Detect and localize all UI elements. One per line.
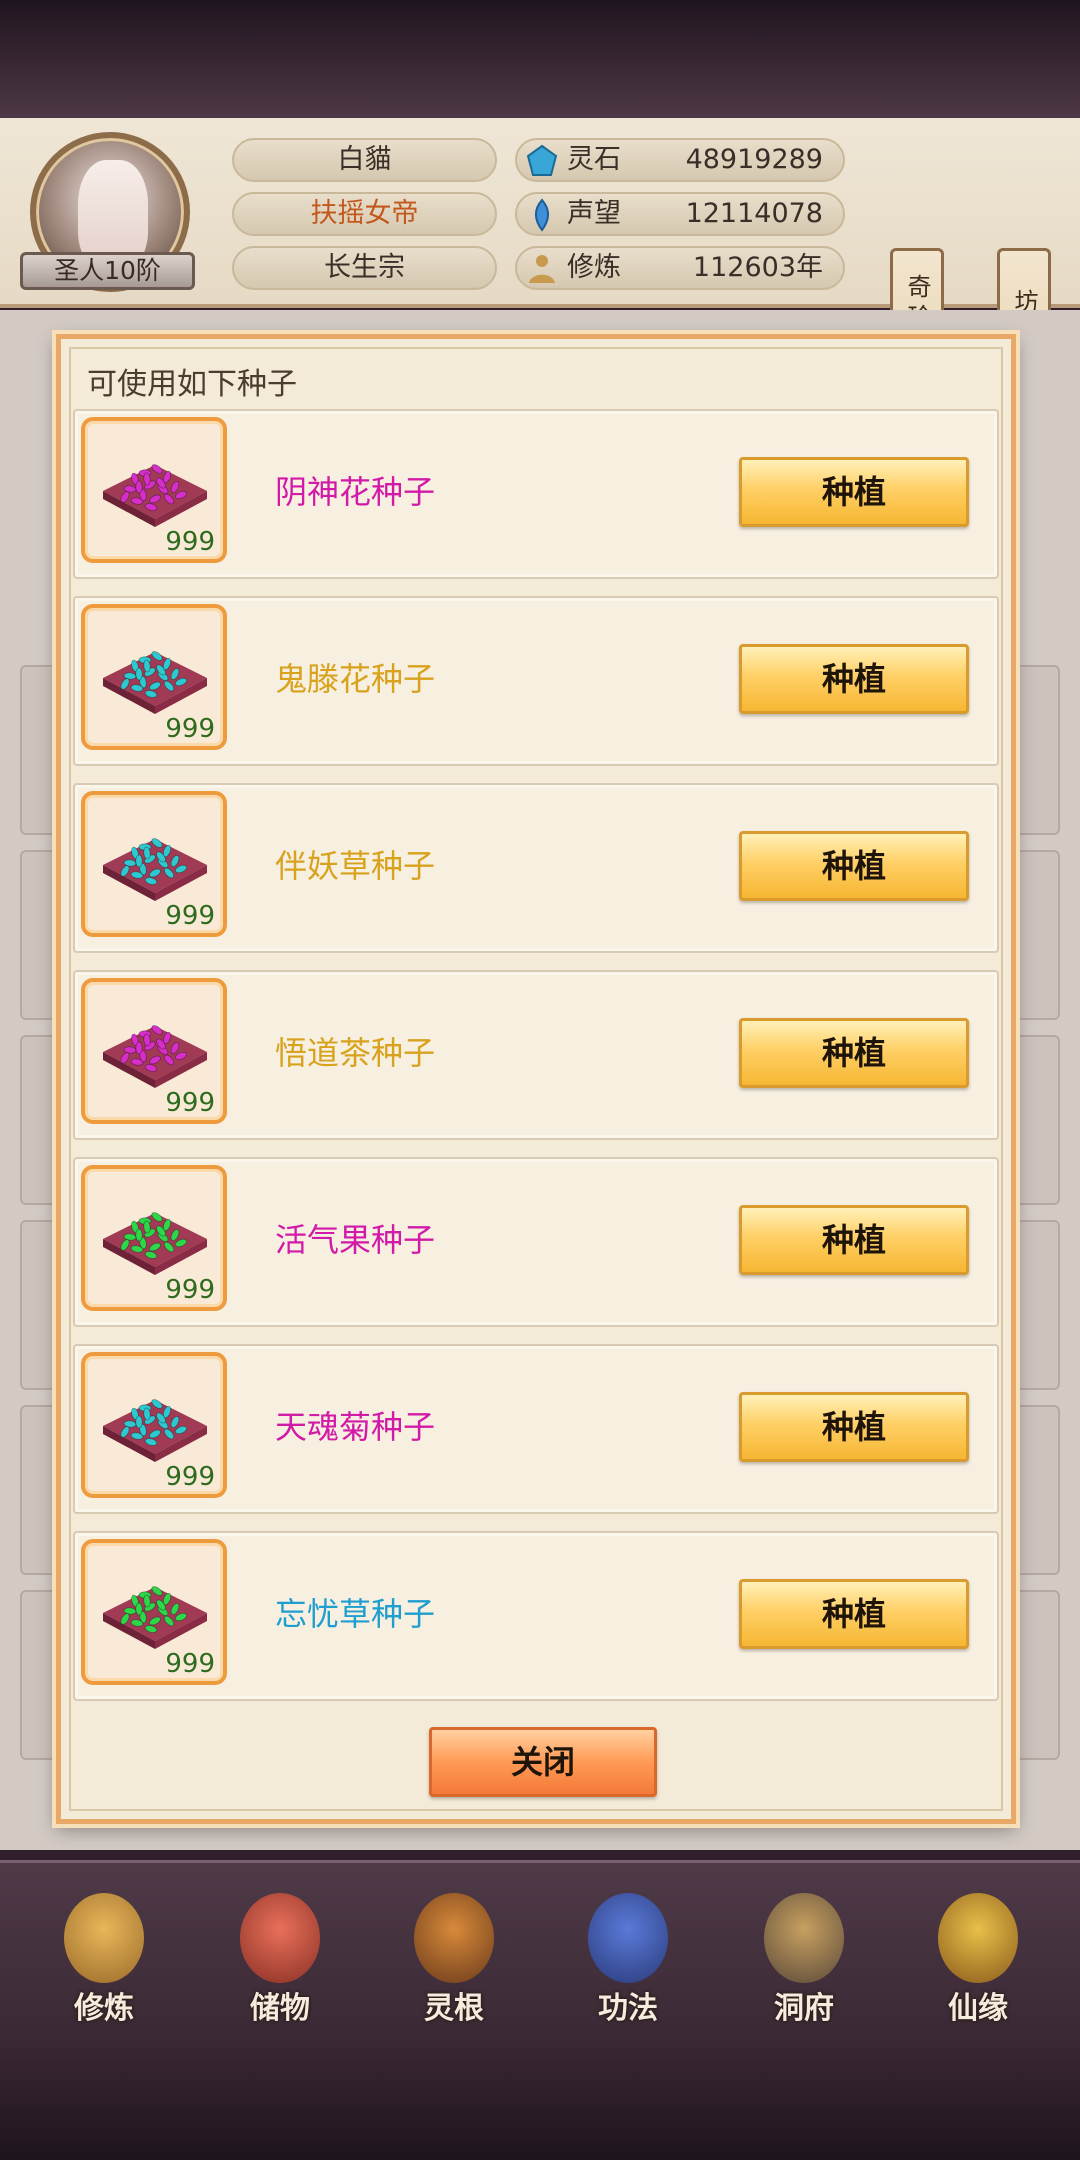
seed-name: 阴神花种子 [275,473,436,511]
nav-item[interactable]: 仙缘 [908,1883,1048,2033]
seed-item-icon[interactable]: 999 [81,1539,227,1685]
rank-badge: 圣人10阶 [20,252,195,290]
nav-item[interactable]: 修炼 [34,1883,174,2033]
cave-mansion-icon [764,1893,844,1983]
seed-pile-icon [103,1025,207,1088]
dialog-title: 可使用如下种子 [87,367,297,402]
plant-button[interactable]: 种植 [739,1579,969,1649]
player-sect: 长生宗 [232,246,497,290]
cultivation-icon [529,255,555,283]
seed-name: 天魂菊种子 [275,1408,436,1446]
seed-item-icon[interactable]: 999 [81,1165,227,1311]
cultivate-icon [64,1893,144,1983]
nav-item[interactable]: 储物 [210,1883,350,2033]
bottom-banner [0,2040,1080,2160]
seed-name: 悟道茶种子 [275,1034,436,1072]
seed-count: 999 [165,1088,215,1118]
spirit-stone-icon [526,144,558,176]
seed-name: 活气果种子 [275,1221,436,1259]
player-title: 扶摇女帝 [232,192,497,236]
seed-item-icon[interactable]: 999 [81,604,227,750]
storage-bag-icon [240,1893,320,1983]
stat-reputation: 声望 12114078 [515,192,845,236]
seed-row: 999 伴妖草种子 种植 [73,783,999,953]
seed-row: 999 阴神花种子 种植 [73,409,999,579]
seed-row: 999 活气果种子 种植 [73,1157,999,1327]
seed-count: 999 [165,527,215,557]
close-button[interactable]: 关闭 [429,1727,657,1797]
seed-pile-icon [103,651,207,714]
nav-item[interactable]: 灵根 [384,1883,524,2033]
seed-name: 忘忧草种子 [275,1595,436,1633]
nav-item[interactable]: 洞府 [734,1883,874,2033]
plant-button[interactable]: 种植 [739,457,969,527]
seed-row: 999 鬼滕花种子 种植 [73,596,999,766]
immortal-fate-icon [938,1893,1018,1983]
stat-label: 灵石 [567,144,621,175]
plant-button[interactable]: 种植 [739,644,969,714]
nav-item[interactable]: 功法 [558,1883,698,2033]
seed-count: 999 [165,1649,215,1679]
stat-label: 修炼 [567,252,621,283]
nav-label: 修炼 [74,1991,134,2026]
bottom-nav: 修炼 储物 灵根 功法 洞府 仙缘 [0,1860,1080,2040]
top-banner [0,0,1080,118]
plant-button[interactable]: 种植 [739,1392,969,1462]
seed-item-icon[interactable]: 999 [81,978,227,1124]
nav-label: 洞府 [774,1991,834,2026]
seed-item-icon[interactable]: 999 [81,417,227,563]
nav-label: 功法 [598,1991,658,2026]
seed-name: 伴妖草种子 [275,847,436,885]
seed-item-icon[interactable]: 999 [81,791,227,937]
player-name: 白貓 [232,138,497,182]
technique-book-icon [588,1893,668,1983]
stat-value: 48919289 [685,144,823,175]
plant-button[interactable]: 种植 [739,831,969,901]
seed-name: 鬼滕花种子 [275,660,436,698]
seed-count: 999 [165,714,215,744]
plant-button[interactable]: 种植 [739,1205,969,1275]
stat-value: 112603年 [692,252,823,283]
seed-pile-icon [103,1399,207,1462]
plant-button[interactable]: 种植 [739,1018,969,1088]
seed-row: 999 悟道茶种子 种植 [73,970,999,1140]
seed-pile-icon [103,1212,207,1275]
stat-value: 12114078 [685,198,823,229]
seed-count: 999 [165,1275,215,1305]
seed-pile-icon [103,464,207,527]
stat-cultivation: 修炼 112603年 [515,246,845,290]
seed-pile-icon [103,1586,207,1649]
nav-label: 储物 [250,1991,310,2026]
player-header: 圣人10阶 白貓 扶摇女帝 长生宗 灵石 48919289 声望 1211407… [0,118,1080,390]
seed-pile-icon [103,838,207,901]
seed-count: 999 [165,901,215,931]
stat-label: 声望 [567,198,621,229]
stat-spirit-stone: 灵石 48919289 [515,138,845,182]
seed-select-dialog: 可使用如下种子 999 阴神花种子 种植 999 鬼滕花种子 种植 999 伴妖草种子 种植 [56,334,1016,1824]
spirit-root-icon [414,1893,494,1983]
seed-item-icon[interactable]: 999 [81,1352,227,1498]
seed-row: 999 天魂菊种子 种植 [73,1344,999,1514]
seed-row: 999 忘忧草种子 种植 [73,1531,999,1701]
reputation-icon [535,198,549,232]
nav-label: 灵根 [424,1991,484,2026]
nav-label: 仙缘 [948,1991,1008,2026]
seed-count: 999 [165,1462,215,1492]
